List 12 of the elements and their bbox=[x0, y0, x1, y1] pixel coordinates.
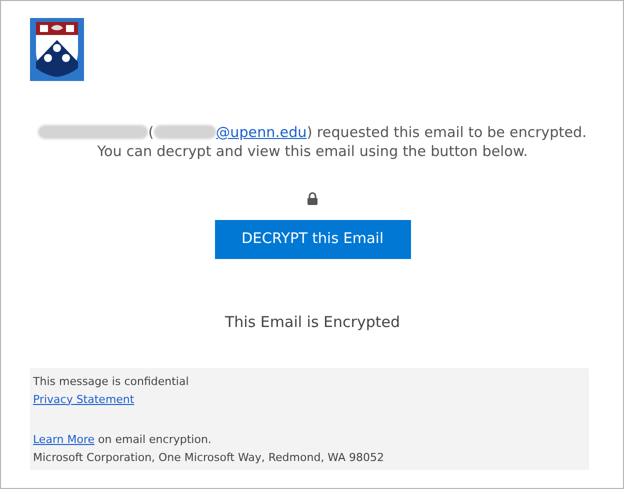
shield-logo bbox=[30, 18, 84, 81]
address-text: Microsoft Corporation, One Microsoft Way, Redmond, WA 98052 bbox=[33, 450, 384, 464]
privacy-link[interactable]: Privacy Statement bbox=[33, 392, 134, 406]
decrypt-button[interactable]: DECRYPT this Email bbox=[214, 220, 410, 259]
redacted-text bbox=[154, 125, 216, 139]
status-text: This Email is Encrypted bbox=[225, 312, 400, 333]
encryption-message: ( @upenn.edu) requested this email to be encrypted. You can decrypt and view this email using the button below. bbox=[30, 124, 595, 162]
email-link[interactable]: @upenn.edu bbox=[154, 125, 307, 141]
learn-more-link[interactable]: Learn More bbox=[33, 432, 95, 446]
learn-more-text: Learn More on email encryption. bbox=[33, 432, 212, 448]
confidential-text: This message is confidential bbox=[33, 374, 189, 388]
lock-icon bbox=[307, 192, 318, 205]
